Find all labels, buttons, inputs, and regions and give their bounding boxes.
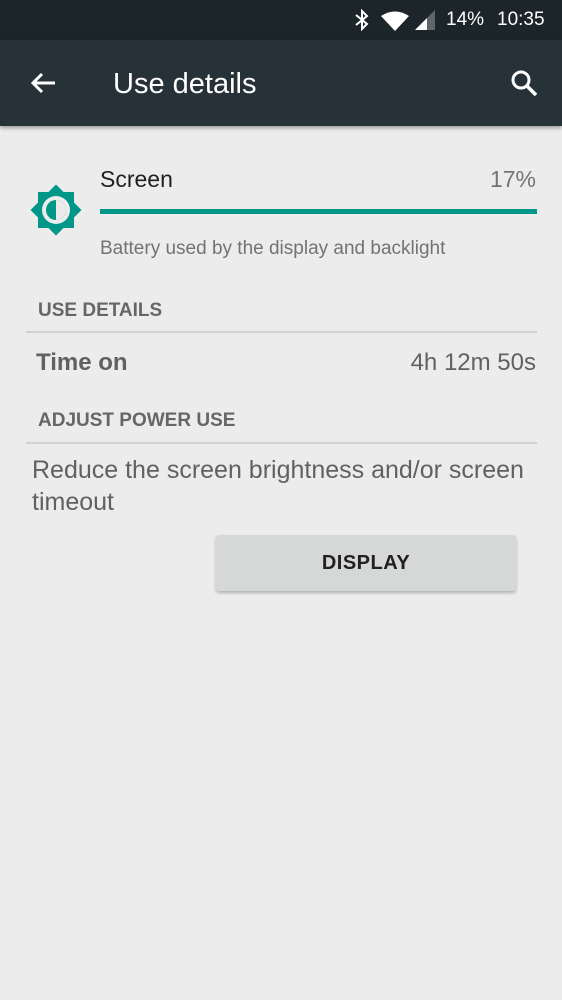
usage-item-percent: 17% (489, 166, 536, 192)
section-divider (26, 331, 537, 333)
search-icon (511, 70, 538, 97)
usage-progress-bar (100, 209, 537, 214)
power-advice-text: Reduce the screen brightness and/or scre… (32, 456, 524, 516)
section-divider (26, 442, 537, 444)
wifi-icon (381, 11, 409, 31)
usage-item-name: Screen (100, 166, 173, 192)
brightness-icon (30, 184, 82, 236)
time-on-value: 4h 12m 50s (410, 349, 536, 376)
search-button[interactable] (504, 63, 544, 103)
display-settings-button[interactable]: DISPLAY (216, 535, 516, 591)
use-details-header: USE DETAILS (38, 300, 163, 321)
status-bar: 14% 10:35 (0, 0, 562, 40)
cellular-signal-icon (415, 10, 435, 30)
bluetooth-icon (355, 9, 369, 31)
time-on-label: Time on (36, 349, 128, 376)
status-clock: 10:35 (497, 9, 545, 30)
app-toolbar: Use details (0, 40, 562, 126)
usage-progress-fill (100, 209, 537, 214)
usage-item-description: Battery used by the display and backligh… (100, 238, 446, 259)
page-title: Use details (113, 68, 257, 100)
arrow-back-icon (31, 72, 55, 94)
battery-percent: 14% (446, 9, 485, 30)
adjust-power-header: ADJUST POWER USE (38, 410, 236, 431)
back-button[interactable] (24, 63, 64, 103)
